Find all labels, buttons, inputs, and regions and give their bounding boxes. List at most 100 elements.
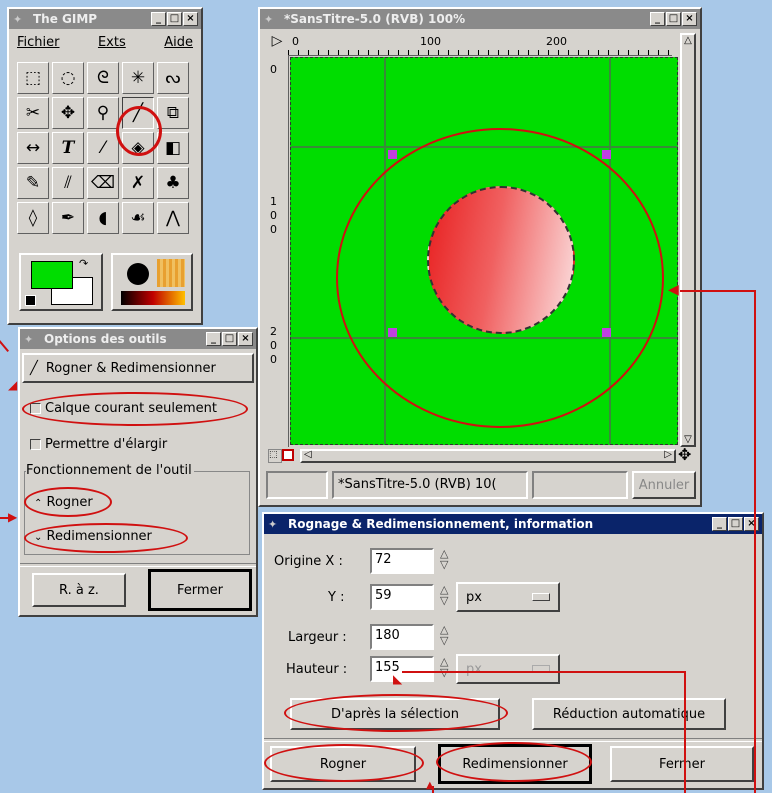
maximize-button[interactable]: □ [666, 12, 681, 26]
blend-icon[interactable]: ◧ [157, 132, 189, 164]
scissors-icon[interactable]: ✂ [17, 97, 49, 129]
close-dialog-button[interactable]: Fermer [610, 746, 754, 782]
origin-x-spinner-icon[interactable]: △ ▽ [440, 548, 454, 574]
vertical-scrollbar[interactable]: △ ▽ [680, 33, 696, 447]
minimize-button[interactable]: _ [712, 517, 727, 531]
measure-icon[interactable]: ⋀ [157, 202, 189, 234]
mode-crop-radio[interactable]: ⌃ Rogner [34, 495, 93, 510]
crop-button[interactable]: Rogner [270, 746, 416, 782]
scroll-down-icon[interactable]: ▽ [682, 434, 694, 445]
crop-handle[interactable] [388, 328, 397, 337]
quickmask-on[interactable] [282, 449, 294, 461]
maximize-button[interactable]: □ [167, 12, 182, 26]
radio-unselected-icon[interactable]: ⌄ [34, 532, 42, 543]
crop-handle[interactable] [602, 150, 611, 159]
color-picker-icon[interactable]: ⁄ [87, 132, 119, 164]
bezier-icon[interactable]: ᔓ [157, 62, 189, 94]
clone-icon[interactable]: ♣ [157, 167, 189, 199]
airbrush-icon[interactable]: ✗ [122, 167, 154, 199]
crop-dialog-titlebar[interactable]: ✦ Rognage & Redimensionnement, informati… [264, 514, 762, 534]
flip-icon[interactable]: ↔ [17, 132, 49, 164]
crop-guide-h2 [291, 337, 677, 339]
move-icon[interactable]: ✥ [52, 97, 84, 129]
height-spinner-icon[interactable]: △▽ [440, 656, 454, 682]
width-input[interactable]: 180 [370, 624, 434, 650]
menu-fichier[interactable]: Fichier [17, 35, 60, 50]
smudge-icon[interactable]: ☙ [122, 202, 154, 234]
checkbox-box[interactable] [30, 439, 41, 450]
minimize-button[interactable]: _ [151, 12, 166, 26]
close-button[interactable]: × [682, 12, 697, 26]
crop-icon[interactable]: ╱ [122, 97, 154, 129]
ink-icon[interactable]: ✒ [52, 202, 84, 234]
unit-select-disabled[interactable]: px [456, 654, 560, 684]
scroll-left-icon[interactable]: ◁ [304, 449, 312, 460]
menu-exts[interactable]: Exts [98, 35, 126, 50]
quickmask-toggle[interactable]: ⬚ [268, 449, 282, 463]
dodge-icon[interactable]: ◖ [87, 202, 119, 234]
cancel-button[interactable]: Annuler [632, 471, 696, 499]
close-button[interactable]: × [183, 12, 198, 26]
image-canvas[interactable] [290, 57, 678, 445]
minimize-button[interactable]: _ [650, 12, 665, 26]
radio-selected-icon[interactable]: ⌃ [34, 498, 42, 509]
width-spinner-icon[interactable]: △ ▽ [440, 624, 454, 650]
crop-guide-v1 [384, 58, 386, 444]
tool-options-titlebar[interactable]: ✦ Options des outils _ □ × [20, 329, 256, 349]
origin-x-input[interactable]: 72 [370, 548, 434, 574]
paintbrush-icon[interactable]: ⫽ [52, 167, 84, 199]
horizontal-scrollbar[interactable]: ◁ ▷ [300, 449, 676, 463]
navigate-icon[interactable]: ✥ [678, 445, 691, 464]
gradient-preview[interactable] [121, 291, 185, 305]
crop-handle[interactable] [388, 150, 397, 159]
swap-colors-icon[interactable]: ↷ [79, 257, 88, 270]
menu-aide[interactable]: Aide [164, 35, 193, 50]
reset-button[interactable]: R. à z. [32, 573, 126, 607]
resize-button[interactable]: Redimensionner [438, 744, 592, 784]
crop-guide-h1 [291, 146, 677, 148]
checkbox-box[interactable] [30, 403, 41, 414]
ruler-corner[interactable]: ▷ [266, 33, 288, 55]
magnify-icon[interactable]: ⚲ [87, 97, 119, 129]
eraser-icon[interactable]: ⌫ [87, 167, 119, 199]
pencil-icon[interactable]: ✎ [17, 167, 49, 199]
mode-resize-label: Redimensionner [46, 529, 152, 544]
image-titlebar[interactable]: ✦ *SansTitre-5.0 (RVB) 100% _ □ × [260, 9, 700, 29]
brush-preview[interactable] [127, 263, 149, 285]
crop-handle[interactable] [602, 328, 611, 337]
top-ruler[interactable]: 0 100 200 [288, 33, 672, 56]
current-layer-checkbox[interactable]: Calque courant seulement [30, 401, 217, 416]
convolve-icon[interactable]: ◊ [17, 202, 49, 234]
fg-bg-colors[interactable]: ↷ [19, 253, 103, 311]
auto-shrink-button[interactable]: Réduction automatique [532, 698, 726, 730]
y-spinner-icon[interactable]: △ ▽ [440, 584, 454, 610]
bucket-fill-icon[interactable]: ◈ [122, 132, 154, 164]
text-icon[interactable]: T [52, 132, 84, 164]
fuzzy-select-icon[interactable]: ✳ [122, 62, 154, 94]
y-input[interactable]: 59 [370, 584, 434, 610]
maximize-button[interactable]: □ [728, 517, 743, 531]
left-ruler[interactable]: 0 1 0 0 2 0 0 [266, 55, 289, 447]
ellipse-select-icon[interactable]: ◌ [52, 62, 84, 94]
ruler-left-label: 0 [270, 63, 277, 76]
scroll-up-icon[interactable]: △ [682, 35, 694, 46]
minimize-button[interactable]: _ [206, 332, 221, 346]
lasso-icon[interactable]: ᘓ [87, 62, 119, 94]
scroll-right-icon[interactable]: ▷ [664, 449, 672, 460]
pattern-preview[interactable] [157, 259, 185, 287]
close-button[interactable]: × [744, 517, 759, 531]
default-colors-icon[interactable] [25, 295, 36, 306]
unit-select[interactable]: px [456, 582, 560, 612]
allow-grow-checkbox[interactable]: Permettre d'élargir [30, 437, 167, 452]
maximize-button[interactable]: □ [222, 332, 237, 346]
close-button[interactable]: × [238, 332, 253, 346]
crop-icon: ╱ [30, 360, 38, 376]
toolbox-title: The GIMP [33, 12, 98, 26]
from-selection-button[interactable]: D'après la sélection [290, 698, 500, 730]
foreground-color-swatch[interactable] [31, 261, 73, 289]
transform-icon[interactable]: ⧉ [157, 97, 189, 129]
rect-select-icon[interactable]: ⬚ [17, 62, 49, 94]
mode-resize-radio[interactable]: ⌄ Redimensionner [34, 529, 152, 544]
close-options-button[interactable]: Fermer [148, 569, 252, 611]
toolbox-titlebar[interactable]: ✦ The GIMP _ □ × [9, 9, 201, 29]
